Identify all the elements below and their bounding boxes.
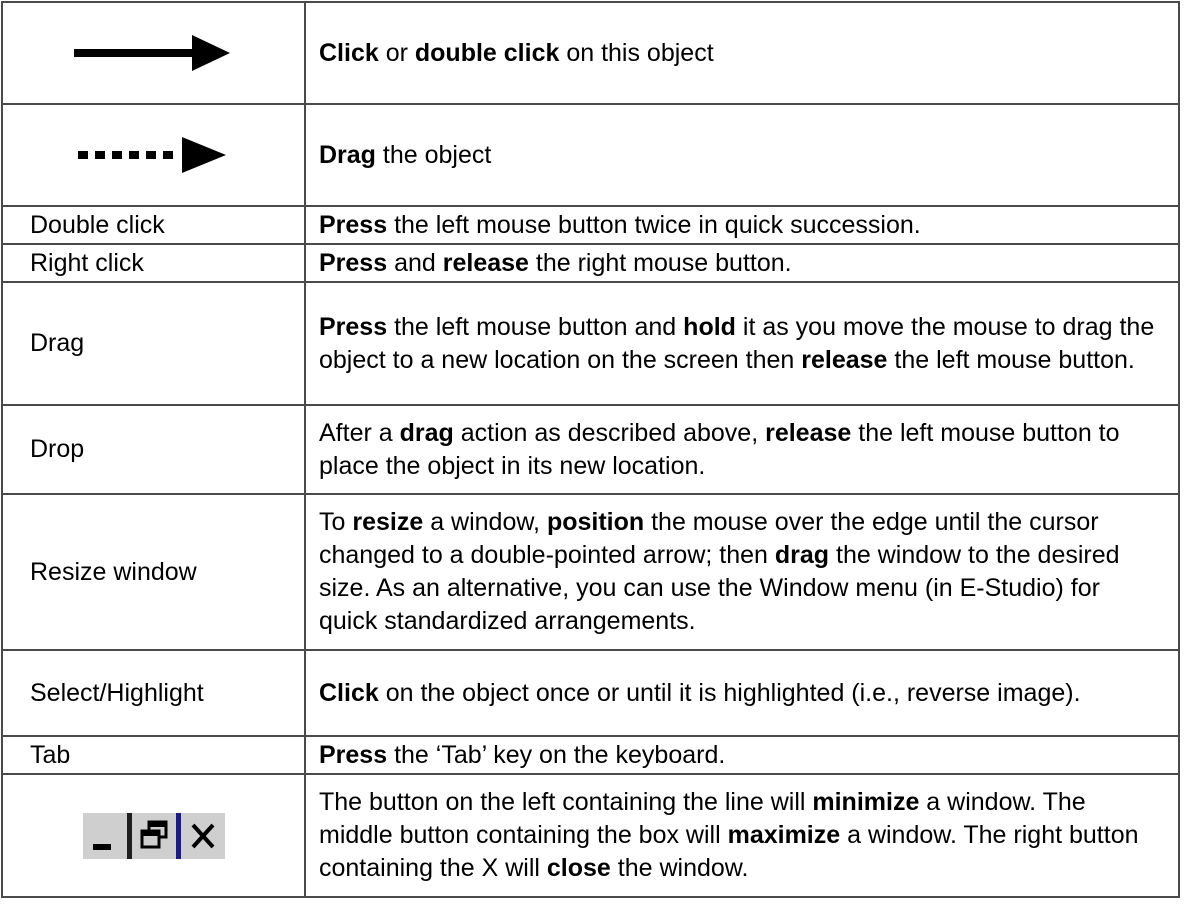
description-cell: Click on the object once or until it is … [304, 649, 1180, 737]
description-cell: Press the left mouse button and hold it … [304, 281, 1180, 406]
description-text: or [378, 38, 415, 67]
emphasis-text: Press [319, 312, 388, 341]
maximize-icon [131, 812, 176, 859]
mouse-actions-table: Click or double click on this object Dra… [1, 1, 1180, 898]
term-cell: Double click [1, 205, 306, 245]
window-buttons-icon [82, 812, 225, 859]
description-text: the left mouse button twice in quick suc… [387, 210, 921, 239]
term-cell: Drag [1, 281, 306, 406]
table-row: Drag the object [1, 103, 1180, 207]
emphasis-text: drag [774, 541, 830, 569]
close-icon [180, 812, 225, 859]
term-cell: Drop [1, 404, 306, 495]
description-text: The button on the left containing the li… [319, 788, 813, 816]
table-row: Click or double click on this object [1, 1, 1180, 105]
description-cell: After a drag action as described above, … [304, 404, 1180, 495]
emphasis-text: hold [683, 312, 736, 341]
description-text: the object [375, 140, 492, 169]
solid-arrow-icon [73, 35, 230, 71]
description-text: After a [319, 418, 400, 447]
emphasis-text: Press [319, 740, 388, 769]
description-text: on this object [559, 38, 714, 67]
table-row: Tab Press the ‘Tab’ key on the keyboard. [1, 735, 1180, 775]
term-cell: Select/Highlight [1, 649, 306, 737]
description-text: action as described above, [453, 418, 766, 447]
table-row: Double click Press the left mouse button… [1, 205, 1180, 245]
dotted-arrow-icon [77, 137, 226, 173]
term-cell: Resize window [1, 493, 306, 651]
emphasis-text: drag [399, 418, 454, 447]
emphasis-text: Press [319, 248, 388, 277]
emphasis-text: Click [319, 38, 379, 67]
description-cell: To resize a window, position the mouse o… [304, 493, 1180, 651]
description-cell: The button on the left containing the li… [304, 773, 1180, 898]
emphasis-text: Click [319, 678, 379, 707]
table-row: Drag Press the left mouse button and hol… [1, 281, 1180, 406]
description-text: the right mouse button. [528, 248, 792, 277]
emphasis-text: Press [319, 210, 388, 239]
emphasis-text: resize [352, 508, 424, 536]
minimize-icon [82, 812, 127, 859]
description-text: a window, [423, 508, 547, 536]
description-cell: Drag the object [304, 103, 1180, 207]
table-row: Drop After a drag action as described ab… [1, 404, 1180, 495]
description-cell: Press the left mouse button twice in qui… [304, 205, 1180, 245]
description-text: and [387, 248, 443, 277]
term-cell: Tab [1, 735, 306, 775]
description-text: the window. [610, 854, 749, 882]
description-cell: Press and release the right mouse button… [304, 243, 1180, 283]
description-text: the left mouse button and [387, 312, 684, 341]
emphasis-text: Drag [319, 140, 376, 169]
description-cell: Press the ‘Tab’ key on the keyboard. [304, 735, 1180, 775]
emphasis-text: position [546, 508, 645, 536]
term-cell [1, 1, 306, 105]
description-text: on the object once or until it is highli… [378, 678, 1081, 707]
table-row: Select/Highlight Click on the object onc… [1, 649, 1180, 737]
description-cell: Click or double click on this object [304, 1, 1180, 105]
table-row: Resize window To resize a window, positi… [1, 493, 1180, 651]
term-cell [1, 103, 306, 207]
emphasis-text: double click [414, 38, 560, 67]
emphasis-text: release [442, 248, 529, 277]
emphasis-text: close [546, 854, 611, 882]
description-text: the left mouse button. [887, 345, 1135, 374]
table-row: The button on the left containing the li… [1, 773, 1180, 898]
emphasis-text: minimize [812, 788, 920, 816]
emphasis-text: maximize [727, 821, 841, 849]
description-text: the ‘Tab’ key on the keyboard. [387, 740, 726, 769]
term-cell: Right click [1, 243, 306, 283]
emphasis-text: release [801, 345, 888, 374]
term-cell [1, 773, 306, 898]
description-text: To [319, 508, 353, 536]
emphasis-text: release [765, 418, 852, 447]
table-row: Right click Press and release the right … [1, 243, 1180, 283]
